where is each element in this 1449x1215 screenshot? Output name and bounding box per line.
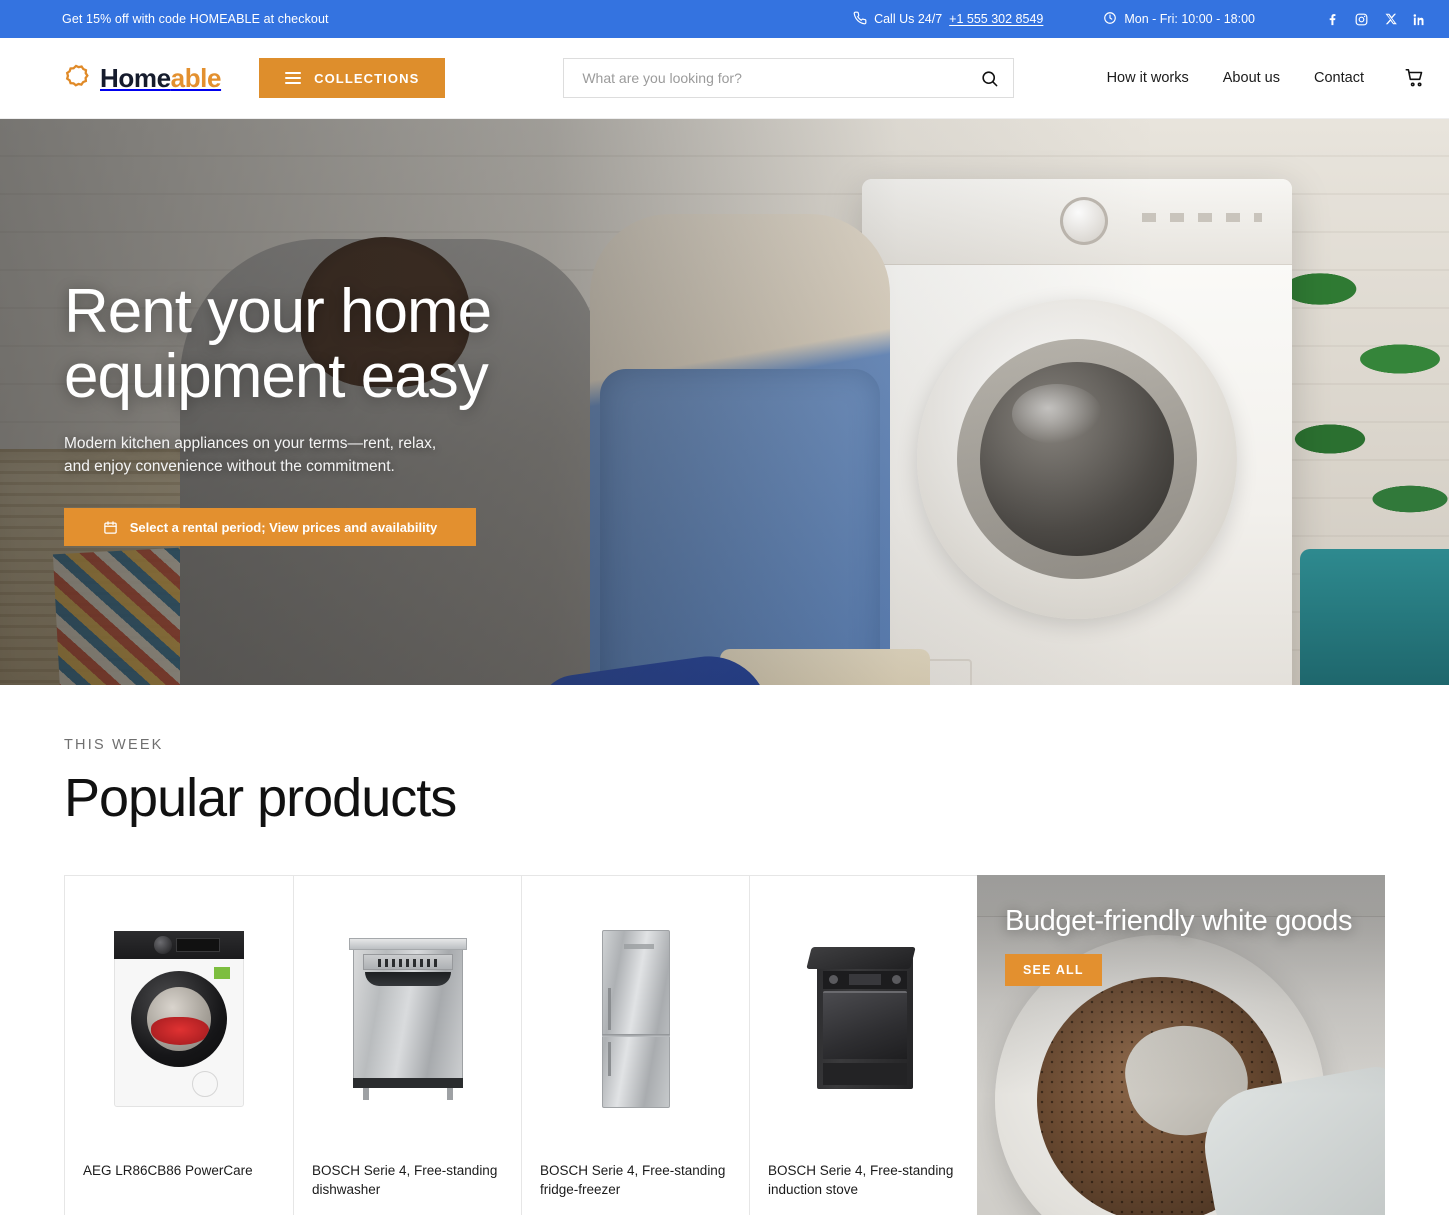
hero-cta-label: Select a rental period; View prices and … (129, 519, 438, 535)
fridge-freezer-icon (601, 929, 670, 1108)
collections-label: COLLECTIONS (314, 70, 420, 86)
promo-card-white-goods[interactable]: Budget-friendly white goods SEE ALL (977, 875, 1385, 1215)
induction-stove-icon (805, 939, 919, 1099)
section-title: Popular products (64, 768, 457, 828)
product-name: BOSCH Serie 4, Free-standing fridge-free… (540, 1163, 726, 1198)
product-card-dishwasher[interactable]: BOSCH Serie 4, Free-standing dishwasher (293, 875, 521, 1215)
nav-contact[interactable]: Contact (1314, 70, 1364, 86)
announcement-bar: Get 15% off with code HOMEABLE at checko… (0, 0, 1449, 38)
instagram-icon[interactable] (1354, 12, 1369, 27)
product-card-washer[interactable]: AEG LR86CB86 PowerCare (64, 875, 293, 1215)
washing-machine-icon (114, 930, 244, 1107)
hero-title-line1: Rent your home (64, 277, 492, 346)
site-header: Homeable COLLECTIONS How it works About … (0, 38, 1449, 119)
hours-block: Mon - Fri: 10:00 - 18:00 (1103, 11, 1255, 28)
logo-text-dark: Home (100, 62, 171, 93)
product-name: AEG LR86CB86 PowerCare (83, 1163, 253, 1178)
nav-about-us[interactable]: About us (1223, 70, 1280, 86)
facebook-icon[interactable] (1325, 12, 1340, 27)
product-card-stove[interactable]: BOSCH Serie 4, Free-standing induction s… (749, 875, 977, 1215)
product-card-fridge[interactable]: BOSCH Serie 4, Free-standing fridge-free… (521, 875, 749, 1215)
phone-icon (853, 11, 867, 28)
collections-button[interactable]: COLLECTIONS (259, 58, 446, 98)
homeable-flower-icon (62, 64, 90, 92)
phone-number-link[interactable]: +1 555 302 8549 (949, 12, 1043, 26)
hamburger-menu-icon (285, 69, 302, 87)
call-label: Call Us 24/7 (874, 12, 943, 26)
x-twitter-icon[interactable] (1383, 12, 1398, 27)
product-image-washer (65, 876, 293, 1161)
search-bar[interactable] (563, 58, 1015, 98)
hero-cta-button[interactable]: Select a rental period; View prices and … (64, 508, 476, 547)
hero-content: Rent your home equipment easy Modern kit… (0, 119, 640, 547)
shopping-cart-icon[interactable] (1403, 67, 1427, 89)
product-image-fridge (522, 876, 749, 1161)
search-input[interactable] (582, 70, 981, 86)
main-navigation: How it works About us Contact (1107, 67, 1427, 89)
product-name: BOSCH Serie 4, Free-standing dishwasher (312, 1163, 498, 1198)
section-eyebrow: THIS WEEK (64, 737, 164, 753)
logo-text-orange: able (170, 62, 222, 93)
hero-title: Rent your home equipment easy (64, 279, 640, 409)
promo-title: Budget-friendly white goods (1005, 905, 1353, 937)
promo-text: Get 15% off with code HOMEABLE at checko… (62, 12, 329, 26)
social-links (1325, 12, 1427, 27)
dishwasher-icon (348, 937, 467, 1100)
product-name: BOSCH Serie 4, Free-standing induction s… (768, 1163, 954, 1198)
logo[interactable]: Homeable (62, 63, 221, 94)
see-all-button[interactable]: SEE ALL (1005, 954, 1102, 986)
nav-how-it-works[interactable]: How it works (1107, 70, 1189, 86)
promo-content: Budget-friendly white goods SEE ALL (977, 875, 1385, 986)
product-image-dishwasher (294, 876, 521, 1161)
hero-title-line2: equipment easy (64, 342, 489, 412)
phone-block: Call Us 24/7 +1 555 302 8549 (853, 11, 1043, 28)
logo-text: Homeable (100, 63, 221, 94)
search-icon[interactable] (980, 69, 999, 88)
product-grid: AEG LR86CB86 PowerCare BOSCH Serie 4, Fr… (64, 875, 1385, 1215)
linkedin-icon[interactable] (1412, 12, 1427, 27)
clock-icon (1103, 11, 1117, 28)
hero-subtitle: Modern kitchen appliances on your terms—… (64, 435, 437, 475)
hero-section: Rent your home equipment easy Modern kit… (0, 119, 1449, 685)
opening-hours: Mon - Fri: 10:00 - 18:00 (1124, 12, 1255, 26)
product-image-stove (750, 876, 977, 1161)
calendar-icon (103, 520, 118, 535)
popular-products-section: THIS WEEK Popular products AEG LR86CB86 … (0, 685, 1449, 1215)
